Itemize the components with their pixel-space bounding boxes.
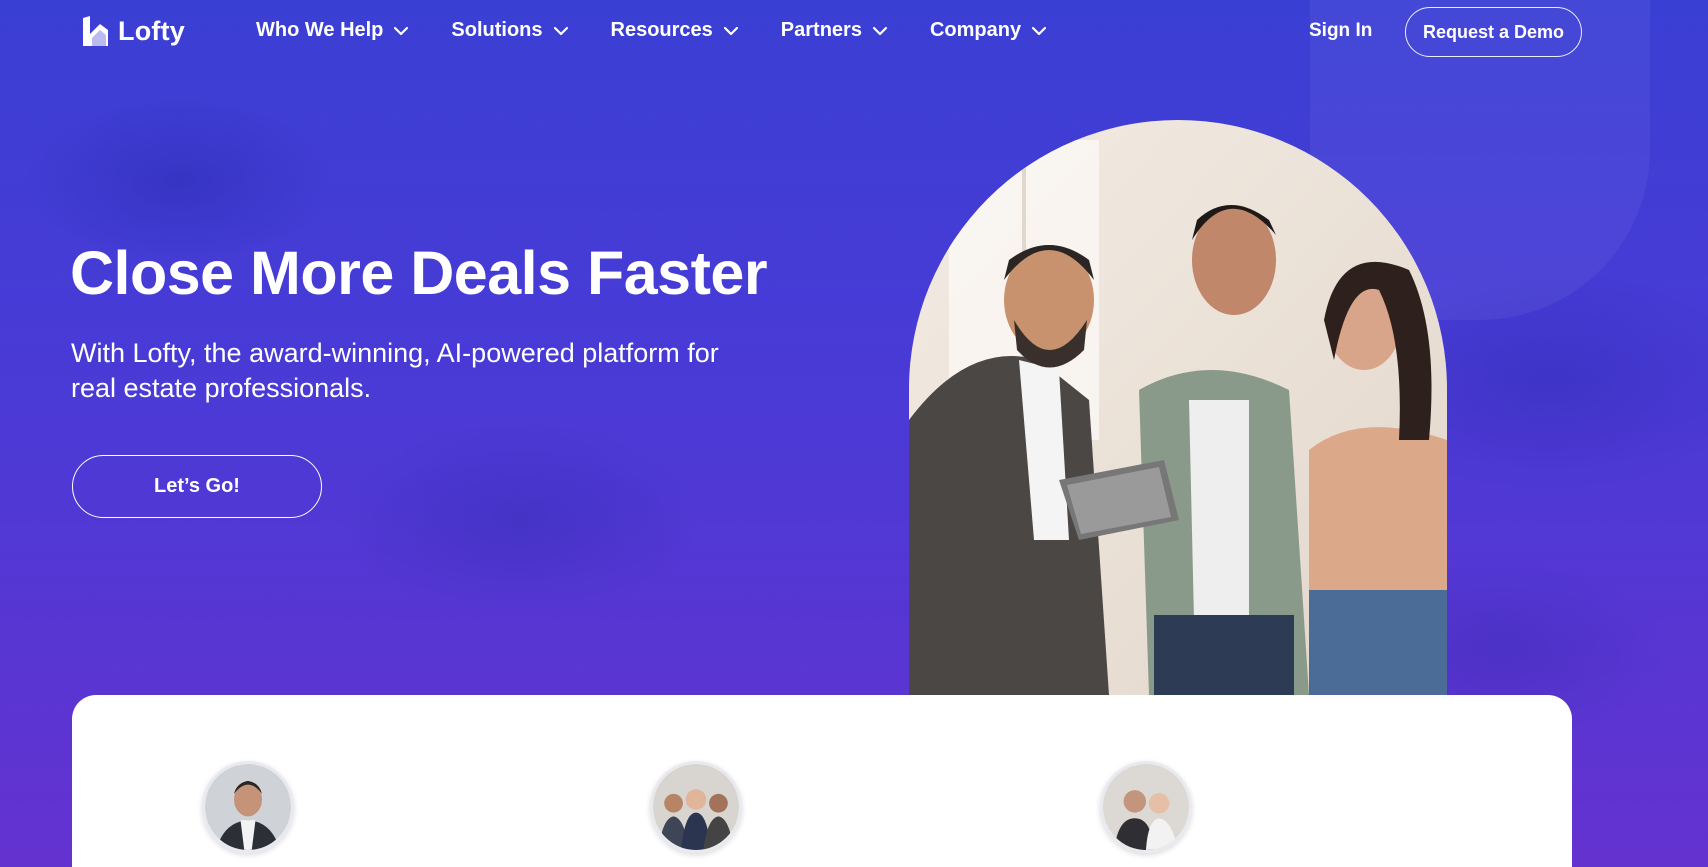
request-demo-button[interactable]: Request a Demo bbox=[1405, 7, 1582, 57]
couple-consultation-avatar-image bbox=[1103, 764, 1189, 850]
nav-item-label: Partners bbox=[780, 19, 862, 41]
chevron-down-icon bbox=[1031, 26, 1047, 35]
nav-item-label: Solutions bbox=[451, 19, 543, 41]
chevron-down-icon bbox=[723, 26, 738, 35]
nav-item-partners[interactable]: Partners bbox=[781, 19, 890, 42]
nav-item-label: Who We Help bbox=[256, 19, 384, 41]
lofty-logo-icon bbox=[83, 16, 108, 46]
chevron-down-icon bbox=[872, 26, 888, 35]
people-with-tablet-image bbox=[909, 120, 1447, 695]
top-navigation: Lofty Who We Help Solutions Resources Pa… bbox=[0, 0, 1708, 66]
nav-item-label: Company bbox=[929, 19, 1022, 41]
main-menu: Who We Help Solutions Resources Partners… bbox=[256, 19, 1049, 42]
chevron-down-icon bbox=[394, 26, 409, 35]
nav-item-resources[interactable]: Resources bbox=[611, 19, 741, 42]
sign-in-link[interactable]: Sign In bbox=[1309, 20, 1372, 42]
team-group-avatar-image bbox=[653, 764, 739, 850]
nav-item-label: Resources bbox=[610, 19, 713, 41]
avatar bbox=[1100, 761, 1192, 853]
brand-logo[interactable]: Lofty bbox=[80, 14, 185, 48]
avatar bbox=[650, 761, 742, 853]
hero-photo bbox=[909, 120, 1447, 695]
avatar bbox=[202, 761, 294, 853]
hero-title: Close More Deals Faster bbox=[70, 239, 768, 307]
nav-item-solutions[interactable]: Solutions bbox=[451, 19, 570, 42]
testimonial-card bbox=[72, 695, 1572, 867]
professional-man-avatar-image bbox=[205, 764, 291, 850]
hero-subtitle: With Lofty, the award-winning, AI-powere… bbox=[71, 338, 719, 403]
brand-name: Lofty bbox=[118, 15, 185, 46]
nav-item-company[interactable]: Company bbox=[930, 19, 1049, 42]
chevron-down-icon bbox=[553, 26, 568, 35]
nav-item-who-we-help[interactable]: Who We Help bbox=[256, 19, 411, 42]
lets-go-button[interactable]: Let’s Go! bbox=[72, 455, 322, 518]
